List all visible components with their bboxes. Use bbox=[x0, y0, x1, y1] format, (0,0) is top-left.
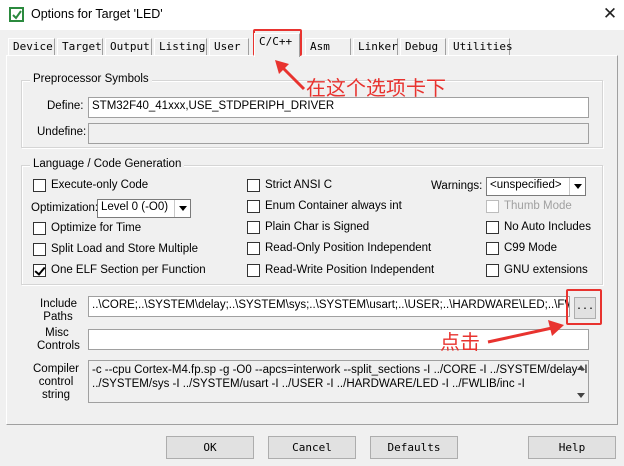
tab-asm[interactable]: Asm bbox=[305, 38, 351, 56]
ro-position-checkbox[interactable] bbox=[247, 242, 260, 255]
one-elf-checkbox[interactable] bbox=[33, 264, 46, 277]
optimization-label: Optimization: bbox=[31, 202, 99, 214]
include-paths-label: Include Paths bbox=[40, 298, 78, 323]
tab-utilities[interactable]: Utilities bbox=[448, 38, 513, 56]
compiler-string-line1: -c --cpu Cortex-M4.fp.sp -g -O0 --apcs=i… bbox=[92, 364, 588, 376]
optimization-select[interactable]: Level 0 (-O0) bbox=[97, 199, 191, 218]
plain-char-checkbox[interactable] bbox=[247, 221, 260, 234]
compiler-string-scrollbar[interactable] bbox=[575, 362, 587, 401]
cancel-button[interactable]: Cancel bbox=[268, 436, 356, 459]
c99-mode-checkbox[interactable] bbox=[486, 242, 499, 255]
c99-mode-label: C99 Mode bbox=[504, 242, 558, 254]
optimize-time-checkbox[interactable] bbox=[33, 222, 46, 235]
title-bar: Options for Target 'LED' ✕ bbox=[0, 0, 624, 30]
preprocessor-group-title: Preprocessor Symbols bbox=[30, 73, 152, 85]
codegen-group-title: Language / Code Generation bbox=[30, 158, 185, 170]
strict-ansi-label: Strict ANSI C bbox=[265, 179, 333, 191]
compiler-string-box: -c --cpu Cortex-M4.fp.sp -g -O0 --apcs=i… bbox=[88, 360, 589, 403]
warnings-value: <unspecified> bbox=[490, 179, 562, 191]
tab-output[interactable]: Output bbox=[105, 38, 152, 56]
split-load-label: Split Load and Store Multiple bbox=[51, 243, 199, 255]
misc-controls-label: Misc Controls bbox=[37, 327, 80, 352]
chevron-down-icon bbox=[174, 200, 190, 217]
tab-listing[interactable]: Listing bbox=[154, 38, 207, 56]
compiler-string-line2: ../SYSTEM/sys -I ../SYSTEM/usart -I ../U… bbox=[92, 378, 525, 390]
one-elf-label: One ELF Section per Function bbox=[51, 264, 206, 276]
tab-c-cpp[interactable]: C/C++ bbox=[254, 33, 300, 57]
split-load-checkbox[interactable] bbox=[33, 243, 46, 256]
arrow-to-browse-icon bbox=[487, 320, 564, 344]
tab-device[interactable]: Device bbox=[8, 38, 55, 56]
ok-button[interactable]: OK bbox=[166, 436, 254, 459]
defaults-button[interactable]: Defaults bbox=[370, 436, 458, 459]
browse-highlight-box bbox=[566, 289, 602, 325]
thumb-mode-label: Thumb Mode bbox=[504, 200, 572, 212]
execute-only-label: Execute-only Code bbox=[51, 179, 149, 191]
arrow-to-tab-icon bbox=[275, 60, 306, 91]
no-auto-includes-label: No Auto Includes bbox=[504, 221, 591, 233]
scroll-down-icon[interactable] bbox=[577, 393, 585, 398]
gnu-extensions-checkbox[interactable] bbox=[486, 264, 499, 277]
plain-char-label: Plain Char is Signed bbox=[265, 221, 370, 233]
window-title: Options for Target 'LED' bbox=[31, 7, 163, 21]
rw-position-checkbox[interactable] bbox=[247, 264, 260, 277]
optimize-time-label: Optimize for Time bbox=[51, 222, 142, 234]
warnings-label: Warnings: bbox=[431, 180, 483, 192]
enum-container-label: Enum Container always int bbox=[265, 200, 402, 212]
tab-debug[interactable]: Debug bbox=[400, 38, 446, 56]
ro-position-label: Read-Only Position Independent bbox=[265, 242, 432, 254]
tab-hint-annotation: 在这个选项卡下 bbox=[306, 76, 446, 100]
help-button[interactable]: Help bbox=[528, 436, 616, 459]
warnings-select[interactable]: <unspecified> bbox=[486, 177, 586, 196]
compiler-string-label: Compiler control string bbox=[33, 363, 80, 401]
optimization-value: Level 0 (-O0) bbox=[101, 201, 169, 213]
chevron-down-icon bbox=[569, 178, 585, 195]
enum-container-checkbox[interactable] bbox=[247, 200, 260, 213]
rw-position-label: Read-Write Position Independent bbox=[265, 264, 435, 276]
thumb-mode-checkbox[interactable] bbox=[486, 200, 499, 213]
execute-only-checkbox[interactable] bbox=[33, 179, 46, 192]
strict-ansi-checkbox[interactable] bbox=[247, 179, 260, 192]
scroll-up-icon[interactable] bbox=[577, 365, 585, 370]
tab-linker[interactable]: Linker bbox=[353, 38, 398, 56]
include-paths-input[interactable]: ..\CORE;..\SYSTEM\delay;..\SYSTEM\sys;..… bbox=[88, 296, 570, 317]
close-icon[interactable]: ✕ bbox=[598, 3, 622, 25]
gnu-extensions-label: GNU extensions bbox=[504, 264, 588, 276]
undefine-input[interactable] bbox=[88, 123, 589, 144]
tab-strip: Device Target Output Listing User C/C++ … bbox=[0, 30, 624, 57]
no-auto-includes-checkbox[interactable] bbox=[486, 221, 499, 234]
click-hint-annotation: 点击 bbox=[440, 330, 480, 354]
undefine-label: Undefine: bbox=[37, 126, 87, 138]
define-label: Define: bbox=[47, 100, 84, 112]
keil-app-icon bbox=[9, 7, 24, 22]
tab-user[interactable]: User bbox=[209, 38, 249, 56]
tab-target[interactable]: Target bbox=[57, 38, 103, 56]
